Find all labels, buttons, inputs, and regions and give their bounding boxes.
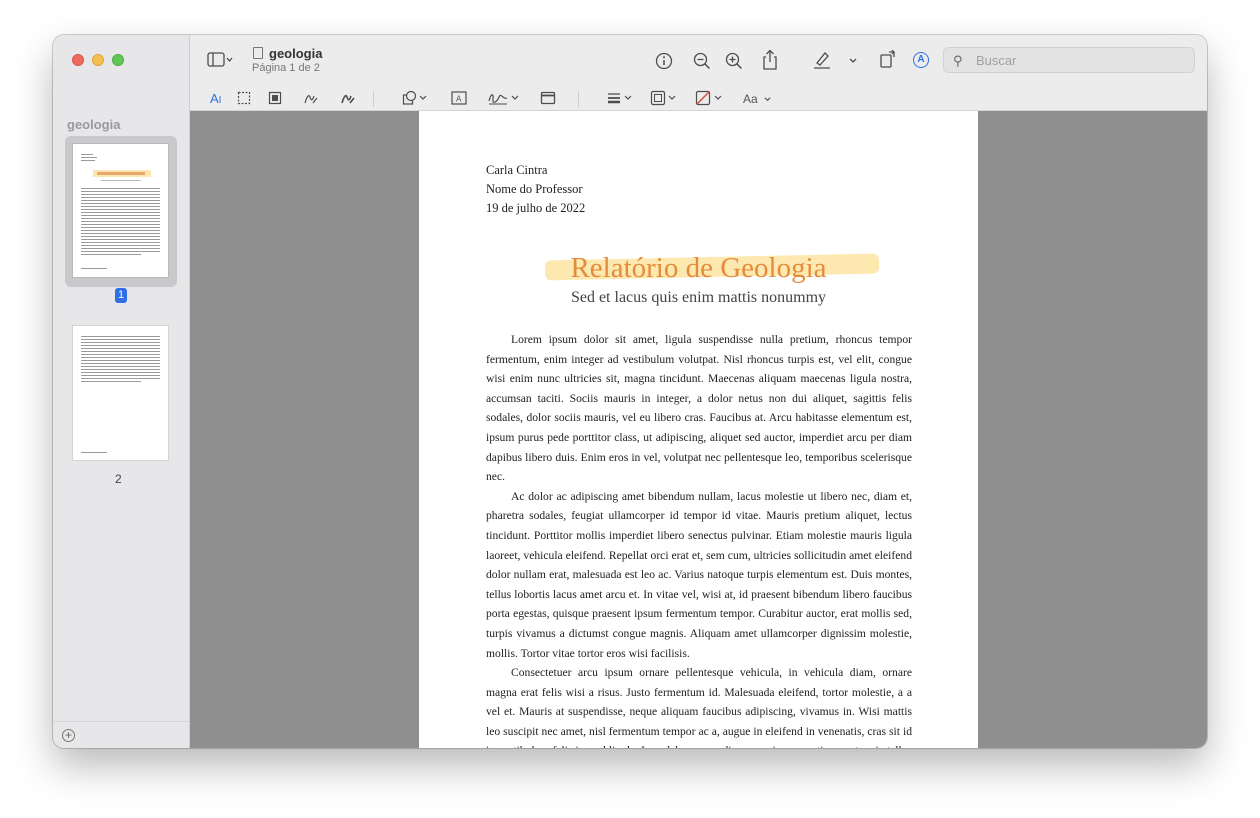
professor-name: Nome do Professor xyxy=(486,182,583,196)
search-field[interactable]: ⚲ xyxy=(943,47,1207,73)
page-number-2: 2 xyxy=(115,472,122,486)
zoom-in-icon[interactable] xyxy=(725,52,743,70)
line-style-icon[interactable] xyxy=(607,91,633,105)
rectangular-selection-icon[interactable] xyxy=(237,91,251,105)
shapes-icon[interactable] xyxy=(402,90,428,106)
sidebar-divider xyxy=(53,721,190,722)
document-body: Lorem ipsum dolor sit amet, ligula suspe… xyxy=(486,330,912,748)
add-icon[interactable]: + xyxy=(62,729,75,742)
signature-icon[interactable] xyxy=(487,90,521,106)
document-subheading: Sed et lacus quis enim mattis nonummy xyxy=(570,289,827,306)
page-number-1: 1 xyxy=(115,288,127,303)
text-selection-icon[interactable]: AI xyxy=(210,91,221,109)
page-indicator: Página 1 de 2 xyxy=(252,62,320,74)
thumbnail-page-1-selection[interactable] xyxy=(65,136,177,287)
search-icon: ⚲ xyxy=(953,53,963,68)
svg-text:A: A xyxy=(456,95,462,104)
preview-window: geologia 1 2 + geologia Página 1 de 2 A … xyxy=(53,35,1207,748)
rotate-icon[interactable] xyxy=(878,49,898,69)
highlight-icon[interactable] xyxy=(812,50,832,70)
document-title: geologia xyxy=(269,46,323,61)
close-button[interactable] xyxy=(72,54,84,66)
markup-icon[interactable]: A xyxy=(913,52,929,68)
document-heading: Relatório de Geologia xyxy=(570,252,827,284)
window-controls xyxy=(72,54,124,66)
sidebar: geologia 1 2 + xyxy=(53,35,190,748)
toolbar-separator xyxy=(578,91,579,107)
share-icon[interactable] xyxy=(761,49,779,71)
sketch-icon[interactable] xyxy=(303,90,319,106)
text-style-button[interactable]: Aa xyxy=(743,92,772,106)
chevron-down-icon xyxy=(764,97,771,102)
info-icon[interactable] xyxy=(655,52,673,70)
toolbar-separator xyxy=(373,91,374,107)
note-icon[interactable] xyxy=(540,91,556,105)
text-style-label: Aa xyxy=(743,92,758,106)
search-input[interactable] xyxy=(976,51,1207,69)
document-header: Carla Cintra Nome do Professor 19 de jul… xyxy=(486,161,585,218)
paragraph: Consectetuer arcu ipsum ornare pellentes… xyxy=(486,666,912,748)
document-icon xyxy=(253,47,263,59)
document-date: 19 de julho de 2022 xyxy=(486,201,586,215)
zoom-button[interactable] xyxy=(112,54,124,66)
redact-icon[interactable] xyxy=(268,91,282,105)
fill-color-icon[interactable] xyxy=(695,90,725,106)
minimize-button[interactable] xyxy=(92,54,104,66)
document-viewer[interactable]: Carla Cintra Nome do Professor 19 de jul… xyxy=(190,111,1207,748)
paragraph: Ac dolor ac adipiscing amet bibendum nul… xyxy=(486,489,912,660)
author-name: Carla Cintra xyxy=(486,163,548,177)
toolbar: geologia Página 1 de 2 A ⚲ Buscar AI A A… xyxy=(190,35,1207,111)
sidebar-title: geologia xyxy=(67,117,121,132)
zoom-out-icon[interactable] xyxy=(693,52,711,70)
thumbnail-page-1[interactable] xyxy=(73,144,168,277)
chevron-down-icon[interactable] xyxy=(848,57,858,65)
paragraph: Lorem ipsum dolor sit amet, ligula suspe… xyxy=(486,333,912,484)
thumbnail-page-2[interactable] xyxy=(73,326,168,460)
draw-icon[interactable] xyxy=(340,90,356,106)
document-page: Carla Cintra Nome do Professor 19 de jul… xyxy=(419,111,978,748)
sidebar-toggle-icon[interactable] xyxy=(207,52,233,68)
border-color-icon[interactable] xyxy=(650,90,678,106)
text-box-icon[interactable]: A xyxy=(451,91,467,105)
